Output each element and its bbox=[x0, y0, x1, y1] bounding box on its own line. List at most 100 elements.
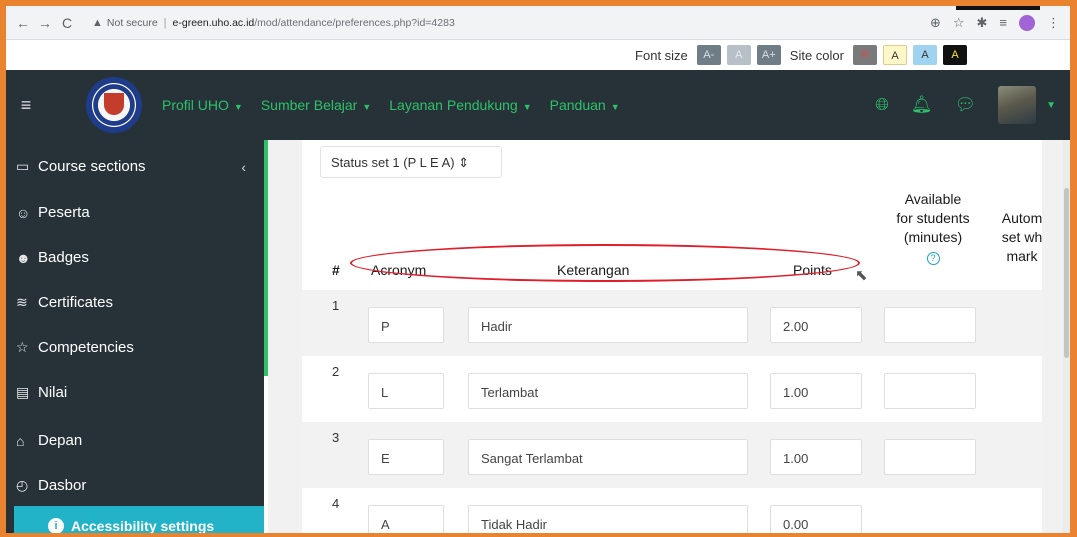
color-reset-button[interactable]: R bbox=[853, 45, 877, 65]
menu-panduan[interactable]: Panduan ▼ bbox=[550, 97, 620, 113]
acronym-input[interactable]: P bbox=[368, 307, 444, 343]
font-increase-button[interactable]: A+ bbox=[756, 45, 781, 65]
url-path: /mod/attendance/preferences.php?id=4283 bbox=[254, 16, 455, 29]
sidebar-item-label: Course sections bbox=[38, 158, 146, 175]
keterangan-input[interactable]: Terlambat bbox=[468, 373, 748, 409]
font-size-label: Font size bbox=[635, 47, 688, 63]
acronym-input[interactable]: E bbox=[368, 439, 444, 475]
zoom-icon[interactable]: ⊕ bbox=[930, 15, 941, 31]
row-number: 2 bbox=[332, 364, 340, 379]
keterangan-input[interactable]: Tidak Hadir bbox=[468, 505, 748, 533]
help-icon[interactable]: ? bbox=[926, 252, 940, 265]
star-icon: ☆ bbox=[16, 339, 29, 355]
menu-layanan-pendukung[interactable]: Layanan Pendukung ▼ bbox=[389, 97, 531, 113]
chat-bubble-icon[interactable]: 💬︎ bbox=[955, 95, 977, 115]
keterangan-input[interactable]: Hadir bbox=[468, 307, 748, 343]
black-overlay-strip bbox=[956, 6, 1040, 10]
scrollbar-thumb[interactable] bbox=[1064, 188, 1069, 358]
available-minutes-input[interactable] bbox=[884, 439, 976, 475]
row-number: 3 bbox=[332, 430, 340, 445]
row-number: 4 bbox=[332, 496, 340, 511]
extensions-icon[interactable]: ✱ bbox=[977, 15, 988, 31]
screenshot-frame: ← → C ▲ Not secure | e-green.uho.ac.id /… bbox=[6, 6, 1070, 533]
user-avatar[interactable] bbox=[998, 86, 1037, 124]
points-input[interactable]: 1.00 bbox=[770, 373, 862, 409]
reload-icon[interactable]: C bbox=[56, 15, 78, 31]
header-line: for students bbox=[896, 210, 970, 226]
column-header-automark: Autom set wh mark bbox=[992, 209, 1052, 266]
back-arrow-icon[interactable]: ← bbox=[12, 15, 34, 31]
caret-down-icon[interactable]: ▼ bbox=[1046, 100, 1056, 111]
attendance-preferences-panel: Status set 1 (P L E A) ⇕ # Acronym Keter… bbox=[302, 140, 1042, 533]
color-blue-button[interactable]: A bbox=[913, 45, 937, 65]
sidebar-item-badges[interactable]: ☻ Badges bbox=[16, 249, 246, 266]
select-arrows-icon: ⇕ bbox=[458, 155, 470, 170]
color-black-button[interactable]: A bbox=[943, 45, 967, 65]
university-logo[interactable] bbox=[86, 77, 142, 133]
sidebar-item-course-sections[interactable]: ▭ Course sections ‹ bbox=[16, 158, 246, 175]
bell-icon[interactable]: 🔔︎ bbox=[911, 95, 933, 115]
mouse-cursor-icon: ⬉ bbox=[855, 267, 868, 284]
caret-down-icon: ▼ bbox=[233, 102, 243, 112]
menu-profil-uho[interactable]: Profil UHO ▼ bbox=[162, 97, 243, 113]
table-row: 4 A Tidak Hadir 0.00 bbox=[302, 488, 1042, 533]
gradebook-icon: ▤ bbox=[16, 384, 30, 400]
available-minutes-input[interactable] bbox=[884, 373, 976, 409]
header-line: mark bbox=[1006, 248, 1038, 264]
menu-sumber-belajar[interactable]: Sumber Belajar ▼ bbox=[261, 97, 371, 113]
site-navbar: ≡ Profil UHO ▼ Sumber Belajar ▼ Layanan Pe… bbox=[6, 70, 1070, 140]
acronym-input[interactable]: A bbox=[368, 505, 444, 533]
sidebar-item-dasbor[interactable]: ◴ Dasbor bbox=[16, 477, 246, 494]
more-menu-icon[interactable]: ⋮ bbox=[1047, 15, 1060, 31]
column-header-available: Available for students (minutes) ? bbox=[882, 190, 984, 266]
main-region: Status set 1 (P L E A) ⇕ # Acronym Keter… bbox=[268, 140, 1070, 533]
address-bar[interactable]: ▲ Not secure | e-green.uho.ac.id /mod/at… bbox=[86, 10, 906, 35]
status-set-select[interactable]: Status set 1 (P L E A) ⇕ bbox=[320, 146, 502, 178]
chevron-left-icon[interactable]: ‹ bbox=[241, 159, 246, 175]
bookmark-star-icon[interactable]: ☆ bbox=[953, 15, 965, 31]
acronym-input[interactable]: L bbox=[368, 373, 444, 409]
sidebar-item-nilai[interactable]: ▤ Nilai bbox=[16, 384, 246, 401]
points-input[interactable]: 2.00 bbox=[770, 307, 862, 343]
sidebar-item-label: Competencies bbox=[38, 339, 134, 356]
hamburger-menu-icon[interactable]: ≡ bbox=[6, 95, 46, 116]
menu-label: Profil UHO bbox=[162, 97, 229, 113]
header-line: Autom bbox=[1001, 210, 1043, 226]
dashboard-icon: ◴ bbox=[16, 477, 29, 493]
course-sidebar: ▭ Course sections ‹ ☺ Peserta ☻ Badges ≋… bbox=[6, 140, 264, 533]
table-row: 3 E Sangat Terlambat 1.00 bbox=[302, 422, 1042, 488]
column-header-keterangan: Keterangan bbox=[557, 262, 630, 278]
sidebar-item-label: Nilai bbox=[38, 384, 68, 401]
header-line: (minutes) bbox=[903, 229, 963, 245]
points-input[interactable]: 1.00 bbox=[770, 439, 862, 475]
accessibility-settings-button[interactable]: i Accessibility settings bbox=[14, 506, 264, 533]
page-scrollbar[interactable] bbox=[1063, 140, 1070, 533]
navbar-actions: 🌐︎ 🔔︎ 💬︎ ▼ bbox=[875, 86, 1070, 124]
column-header-acronym: Acronym bbox=[371, 262, 427, 278]
sidebar-item-certificates[interactable]: ≋ Certificates bbox=[16, 294, 246, 311]
users-icon: ☺ bbox=[16, 204, 31, 221]
url-separator: | bbox=[163, 16, 167, 29]
sidebar-item-peserta[interactable]: ☺ Peserta bbox=[16, 204, 246, 221]
accessibility-settings-label: Accessibility settings bbox=[71, 518, 215, 533]
font-reset-button[interactable]: A bbox=[726, 45, 751, 65]
color-yellow-button[interactable]: A bbox=[883, 45, 907, 65]
certificate-icon: ≋ bbox=[16, 294, 28, 310]
sidebar-item-depan[interactable]: ⌂ Depan bbox=[16, 432, 246, 449]
keterangan-input[interactable]: Sangat Terlambat bbox=[468, 439, 748, 475]
browser-actions: ⊕ ☆ ✱ ≡ ⋮ bbox=[930, 14, 1070, 31]
row-number: 1 bbox=[332, 298, 340, 313]
reading-list-icon[interactable]: ≡ bbox=[999, 15, 1007, 30]
sidebar-item-competencies[interactable]: ☆ Competencies bbox=[16, 339, 246, 356]
profile-icon[interactable] bbox=[1019, 14, 1035, 31]
warning-icon: ▲ bbox=[92, 16, 103, 29]
font-decrease-button[interactable]: A- bbox=[696, 45, 721, 65]
primary-menu: Profil UHO ▼ Sumber Belajar ▼ Layanan Pend… bbox=[162, 97, 620, 113]
menu-label: Sumber Belajar bbox=[260, 97, 358, 113]
available-minutes-input[interactable] bbox=[884, 307, 976, 343]
status-set-value: Status set 1 (P L E A) bbox=[331, 155, 455, 170]
globe-icon[interactable]: 🌐︎ bbox=[875, 95, 889, 115]
menu-label: Layanan Pendukung bbox=[389, 97, 518, 113]
points-input[interactable]: 0.00 bbox=[770, 505, 862, 533]
forward-arrow-icon[interactable]: → bbox=[34, 15, 56, 31]
